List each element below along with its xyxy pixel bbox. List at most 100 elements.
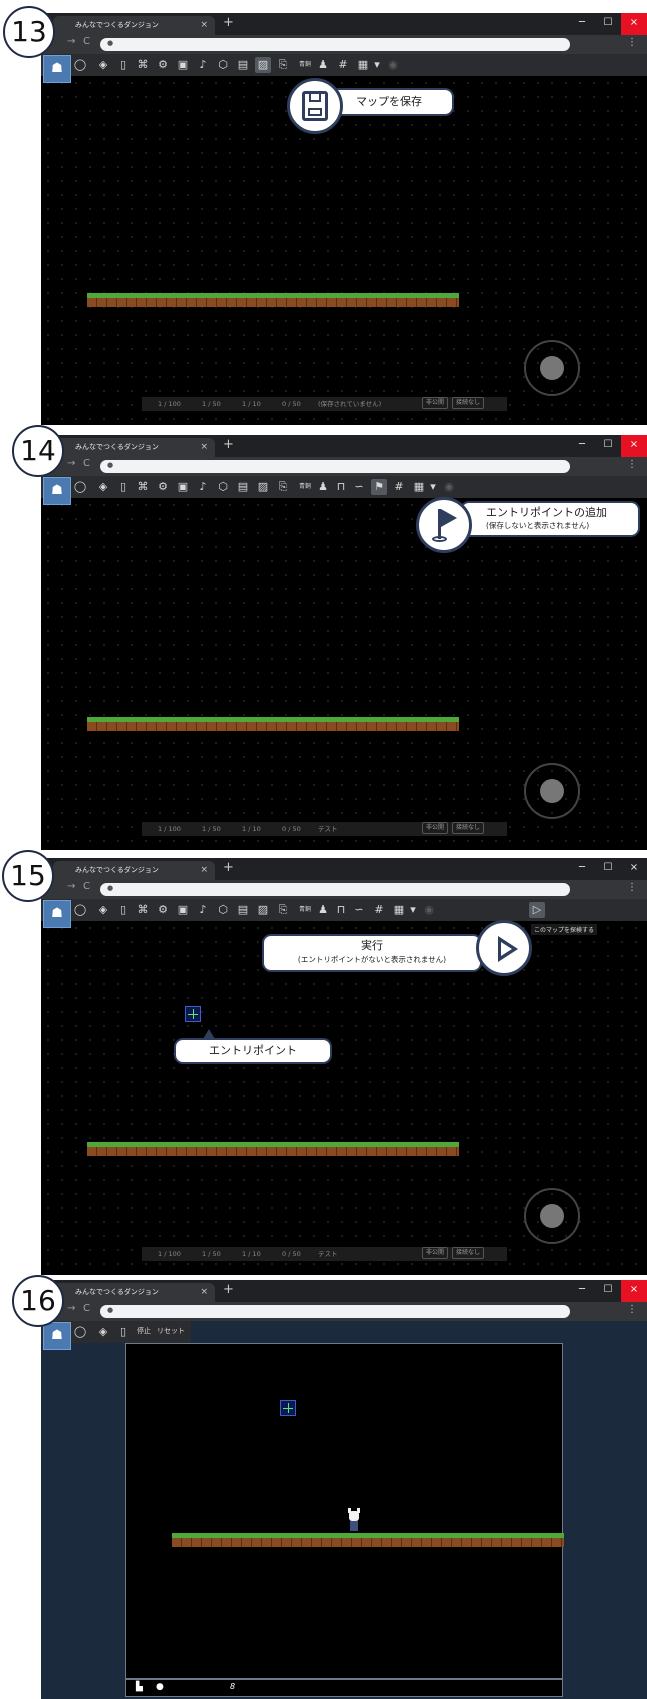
- tab-close-icon[interactable]: ×: [200, 16, 208, 35]
- url-input[interactable]: ●: [100, 883, 570, 896]
- dpad-control[interactable]: [510, 326, 594, 410]
- new-tab-button[interactable]: +: [223, 860, 234, 875]
- lighting-label[interactable]: 青銅: [295, 902, 315, 918]
- export-icon[interactable]: ⎘: [275, 479, 291, 495]
- connection-button[interactable]: 接続なし: [452, 1247, 485, 1259]
- minimize-button[interactable]: ─: [569, 858, 595, 880]
- reset-button[interactable]: リセット: [157, 1326, 185, 1336]
- logo-icon[interactable]: ☗: [43, 477, 71, 505]
- tab-close-icon[interactable]: ×: [200, 438, 208, 457]
- map-canvas[interactable]: 1 / 100 1 / 50 1 / 10 0 / 50 (保存されていません)…: [41, 76, 647, 425]
- reload-icon[interactable]: C: [83, 1303, 90, 1314]
- export-icon[interactable]: ⎘: [275, 902, 291, 918]
- gear-icon[interactable]: ⚙: [155, 902, 171, 918]
- minimize-button[interactable]: ─: [569, 13, 595, 35]
- layers-icon[interactable]: ◈: [95, 57, 111, 73]
- game-viewport[interactable]: [125, 1343, 564, 1679]
- gamepad-icon[interactable]: ⌘: [135, 902, 151, 918]
- minimize-button[interactable]: ─: [569, 435, 595, 457]
- close-button[interactable]: ×: [621, 1280, 647, 1302]
- logo-icon[interactable]: ☗: [43, 1322, 71, 1350]
- map-canvas[interactable]: 1 / 100 1 / 50 1 / 10 0 / 50 テスト 非公開 接続な…: [41, 921, 647, 1275]
- lock-icon[interactable]: ⊓: [333, 902, 349, 918]
- forward-icon[interactable]: →: [67, 881, 75, 892]
- menu-icon[interactable]: ⋮: [627, 1304, 637, 1315]
- private-button[interactable]: 非公開: [422, 1247, 449, 1259]
- gamepad-icon[interactable]: ⌘: [135, 57, 151, 73]
- maximize-button[interactable]: ☐: [595, 858, 621, 880]
- forward-icon[interactable]: →: [67, 1303, 75, 1314]
- map-canvas[interactable]: 1 / 100 1 / 50 1 / 10 0 / 50 テスト 非公開 接続な…: [41, 498, 647, 850]
- layers-icon[interactable]: ◈: [95, 1324, 111, 1340]
- menu-icon[interactable]: ⋮: [627, 882, 637, 893]
- browser-tab[interactable]: みんなでつくるダンジョン ×: [53, 16, 215, 35]
- export-icon[interactable]: ⎘: [275, 57, 291, 73]
- close-button[interactable]: ×: [621, 13, 647, 35]
- player-icon[interactable]: ●: [156, 1682, 164, 1692]
- browser-tab[interactable]: みんなでつくるダンジョン ×: [53, 861, 215, 880]
- private-button[interactable]: 非公開: [422, 822, 449, 834]
- dpad-knob[interactable]: [540, 356, 564, 380]
- cube-icon[interactable]: ⬡: [215, 57, 231, 73]
- speech-bubble-icon[interactable]: ◯: [72, 1324, 88, 1340]
- logo-icon[interactable]: ☗: [43, 900, 71, 928]
- music-note-icon[interactable]: ♪: [195, 57, 211, 73]
- person-icon[interactable]: ♟: [315, 57, 331, 73]
- play-icon[interactable]: ▷: [529, 902, 545, 918]
- image-icon[interactable]: ▣: [175, 479, 191, 495]
- connection-button[interactable]: 接続なし: [452, 822, 485, 834]
- reload-icon[interactable]: C: [83, 36, 90, 47]
- maximize-button[interactable]: ☐: [595, 1280, 621, 1302]
- menu-icon[interactable]: ⋮: [627, 37, 637, 48]
- maximize-button[interactable]: ☐: [595, 435, 621, 457]
- entry-flag-icon[interactable]: ⚑: [371, 479, 387, 495]
- browser-tab[interactable]: みんなでつくるダンジョン ×: [53, 1283, 215, 1302]
- tab-close-icon[interactable]: ×: [200, 1283, 208, 1302]
- grid-dropdown[interactable]: ▾: [405, 902, 421, 918]
- person-icon[interactable]: ♟: [315, 902, 331, 918]
- logo-icon[interactable]: ☗: [43, 55, 71, 83]
- person-icon[interactable]: ♟: [315, 479, 331, 495]
- gear-icon[interactable]: ⚙: [155, 57, 171, 73]
- route-icon[interactable]: ∽: [351, 902, 367, 918]
- browser-tab[interactable]: みんなでつくるダンジョン ×: [53, 438, 215, 457]
- url-input[interactable]: ●: [100, 460, 570, 473]
- url-input[interactable]: ●: [100, 1305, 570, 1318]
- speech-bubble-icon[interactable]: ◯: [72, 479, 88, 495]
- layers-icon[interactable]: ◈: [95, 902, 111, 918]
- music-note-icon[interactable]: ♪: [195, 479, 211, 495]
- film-icon[interactable]: ▤: [235, 57, 251, 73]
- image-icon[interactable]: ▣: [175, 902, 191, 918]
- grid-dropdown[interactable]: ▾: [369, 57, 385, 73]
- lock-icon[interactable]: ⊓: [333, 479, 349, 495]
- image-icon[interactable]: ▣: [175, 57, 191, 73]
- gamepad-icon[interactable]: ⌘: [135, 479, 151, 495]
- new-tab-button[interactable]: +: [223, 437, 234, 452]
- new-tab-button[interactable]: +: [223, 1282, 234, 1297]
- private-button[interactable]: 非公開: [422, 397, 449, 409]
- minimize-button[interactable]: ─: [569, 1280, 595, 1302]
- layers-icon[interactable]: ◈: [95, 479, 111, 495]
- inventory-icon[interactable]: ▙: [136, 1682, 143, 1692]
- new-tab-button[interactable]: +: [223, 15, 234, 30]
- entry-point-marker[interactable]: [185, 1006, 201, 1022]
- page-icon[interactable]: ▯: [115, 1324, 131, 1340]
- dpad-knob[interactable]: [540, 1204, 564, 1228]
- speech-bubble-icon[interactable]: ◯: [72, 902, 88, 918]
- close-button[interactable]: ×: [621, 858, 647, 880]
- dpad-control[interactable]: [510, 1174, 594, 1258]
- forward-icon[interactable]: →: [67, 36, 75, 47]
- film-icon[interactable]: ▤: [235, 902, 251, 918]
- grid-dropdown[interactable]: ▾: [425, 479, 441, 495]
- page-icon[interactable]: ▯: [115, 902, 131, 918]
- close-button[interactable]: ×: [621, 435, 647, 457]
- url-input[interactable]: ●: [100, 38, 570, 51]
- save-icon[interactable]: ▨: [255, 902, 271, 918]
- music-note-icon[interactable]: ♪: [195, 902, 211, 918]
- connection-button[interactable]: 接続なし: [452, 397, 485, 409]
- save-icon[interactable]: ▨: [255, 57, 271, 73]
- speech-bubble-icon[interactable]: ◯: [72, 57, 88, 73]
- hashtag-icon[interactable]: #: [335, 57, 351, 73]
- cube-icon[interactable]: ⬡: [215, 902, 231, 918]
- menu-icon[interactable]: ⋮: [627, 459, 637, 470]
